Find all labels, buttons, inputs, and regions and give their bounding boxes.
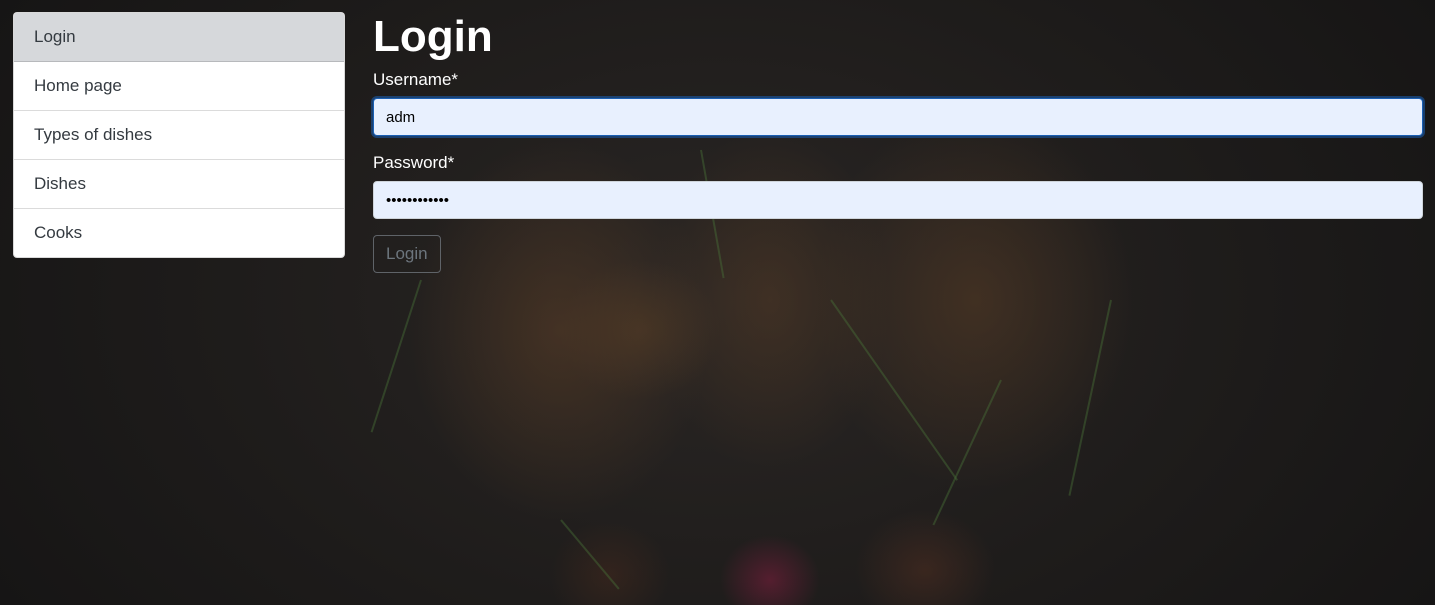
page-title: Login (373, 12, 493, 61)
password-label: Password* (373, 153, 455, 172)
sidebar-item-dishes[interactable]: Dishes (14, 160, 344, 209)
sidebar-item-home-page[interactable]: Home page (14, 62, 344, 111)
username-label: Username* (373, 70, 459, 89)
login-button[interactable]: Login (373, 235, 441, 273)
login-form: Login Username* Password* Login (373, 12, 1423, 273)
password-input[interactable] (373, 181, 1423, 219)
sidebar-nav: Login Home page Types of dishes Dishes C… (13, 12, 345, 258)
sidebar-item-cooks[interactable]: Cooks (14, 209, 344, 257)
sidebar-item-types-of-dishes[interactable]: Types of dishes (14, 111, 344, 160)
username-input[interactable] (373, 98, 1423, 136)
sidebar-item-login[interactable]: Login (14, 13, 344, 62)
